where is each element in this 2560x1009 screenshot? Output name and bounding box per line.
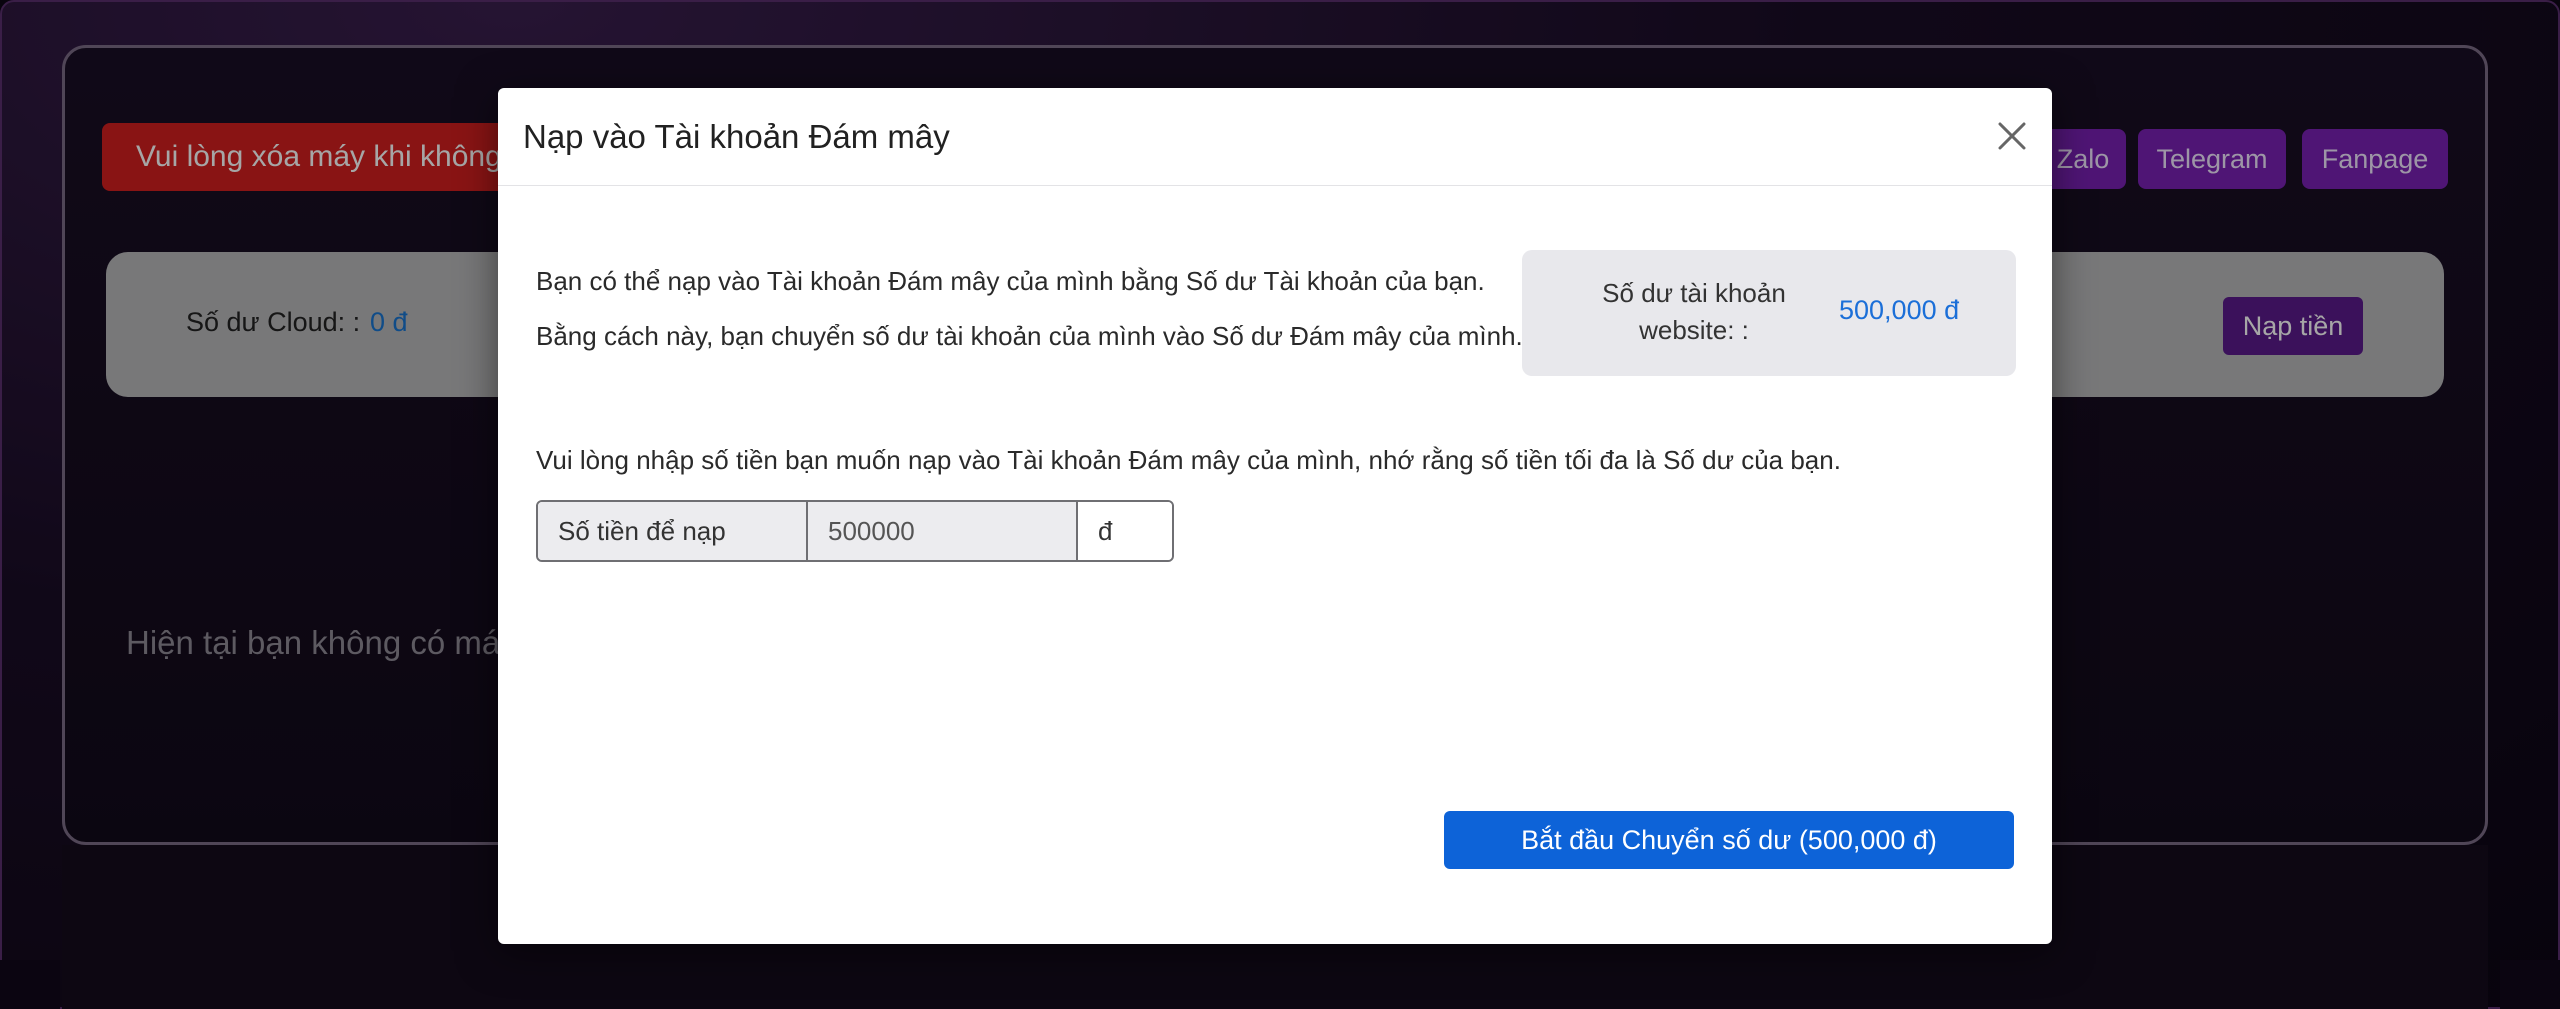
modal-header: Nạp vào Tài khoản Đám mây bbox=[498, 88, 2052, 186]
start-transfer-button[interactable]: Bắt đầu Chuyển số dư (500,000 đ) bbox=[1444, 811, 2014, 869]
currency-suffix: đ bbox=[1078, 502, 1172, 560]
website-balance-label: Số dư tài khoản website: : bbox=[1602, 278, 1786, 345]
amount-instruction: Vui lòng nhập số tiền bạn muốn nạp vào T… bbox=[536, 445, 1841, 475]
website-balance-value: 500,000 đ bbox=[1839, 295, 1960, 325]
intro-text-line-2: Bằng cách này, bạn chuyển số dư tài khoả… bbox=[536, 321, 1523, 351]
amount-label: Số tiền để nạp bbox=[538, 502, 808, 560]
close-icon bbox=[1998, 122, 2026, 150]
modal-title: Nạp vào Tài khoản Đám mây bbox=[523, 118, 950, 155]
topup-modal: Nạp vào Tài khoản Đám mây Bạn có thể nạp… bbox=[498, 88, 2052, 944]
website-balance-card: Số dư tài khoản website: : 500,000 đ bbox=[1522, 250, 2016, 376]
intro-text-line-1: Bạn có thể nạp vào Tài khoản Đám mây của… bbox=[536, 266, 1485, 296]
amount-input[interactable] bbox=[808, 502, 1078, 560]
amount-input-group: Số tiền để nạp đ bbox=[536, 500, 1174, 562]
close-button[interactable] bbox=[1994, 118, 2030, 154]
